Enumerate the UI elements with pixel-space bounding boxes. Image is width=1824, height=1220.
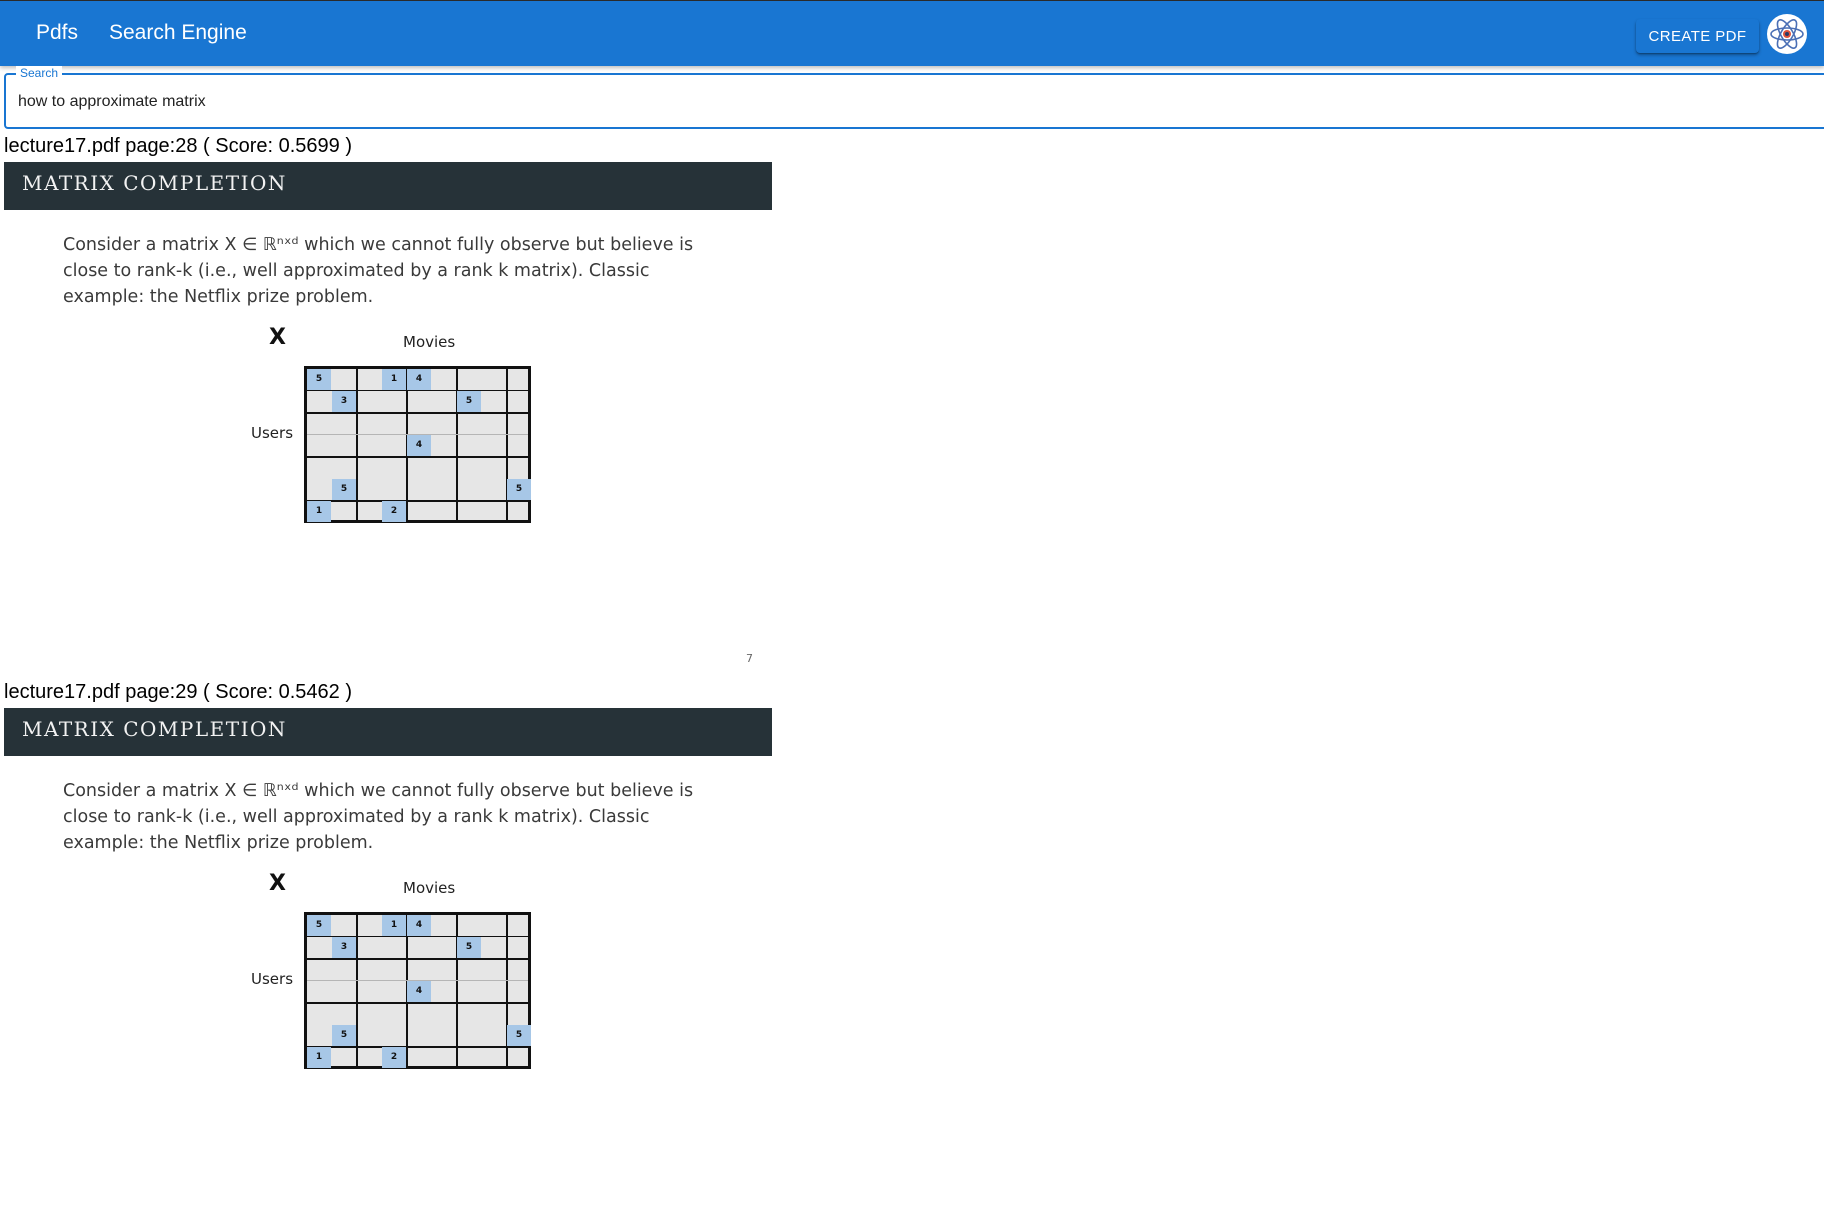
page-number: 7 [746,652,753,665]
matrix-rating-cell: 1 [382,369,406,390]
ratings-matrix: 5143545512 [304,366,531,523]
matrix-rating-cell: 2 [382,1047,406,1068]
slide-text-line: example: the Netflix prize problem. [63,833,374,853]
avatar[interactable] [1767,14,1807,54]
matrix-rating-cell: 5 [457,937,481,958]
slide-text-line: close to rank-k (i.e., well approximated… [63,261,650,281]
matrix-rating-cell: 5 [307,915,331,936]
matrix-column-label: Movies [403,879,456,897]
matrix-rating-cell: 5 [507,1025,531,1046]
matrix-column-label: Movies [403,333,456,351]
result-page-preview[interactable]: MATRIX COMPLETION Consider a matrix X ∈ … [4,162,772,674]
matrix-rating-cell: 4 [407,981,431,1002]
matrix-rating-cell: 5 [332,479,356,500]
matrix-grid-line [307,1002,528,1004]
matrix-rating-cell: 2 [382,501,406,522]
slide-header: MATRIX COMPLETION [4,708,772,756]
matrix-rating-cell: 5 [332,1025,356,1046]
matrix-label: X [269,325,286,350]
matrix-label: X [269,871,286,896]
matrix-rating-cell: 5 [507,479,531,500]
nav-pdfs-link[interactable]: Pdfs [36,21,78,45]
slide-text-line: Consider a matrix X ∈ ℝⁿˣᵈ which we cann… [63,235,694,255]
matrix-rating-cell: 3 [332,937,356,958]
matrix-grid-line [356,915,358,1066]
app-bar: Pdfs Search Engine CREATE PDF [0,0,1824,66]
matrix-grid-line [307,958,528,960]
result-page-preview[interactable]: MATRIX COMPLETION Consider a matrix X ∈ … [4,708,772,1220]
matrix-rating-cell: 5 [457,391,481,412]
slide-text-line: example: the Netflix prize problem. [63,287,374,307]
slide-body: Consider a matrix X ∈ ℝⁿˣᵈ which we cann… [63,778,743,856]
matrix-rating-cell: 1 [307,1047,331,1068]
matrix-row-label: Users [251,424,294,442]
result-title[interactable]: lecture17.pdf page:29 ( Score: 0.5462 ) [4,680,352,704]
matrix-grid-line [356,369,358,520]
matrix-rating-cell: 4 [407,915,431,936]
slide-text-line: Consider a matrix X ∈ ℝⁿˣᵈ which we cann… [63,781,694,801]
matrix-grid-line [307,456,528,458]
ratings-matrix: 5143545512 [304,912,531,1069]
search-field: Search [4,66,1824,129]
slide-heading: MATRIX COMPLETION [22,717,287,741]
create-pdf-button[interactable]: CREATE PDF [1636,19,1759,53]
result-title[interactable]: lecture17.pdf page:28 ( Score: 0.5699 ) [4,134,352,158]
matrix-rating-cell: 1 [307,501,331,522]
matrix-rating-cell: 4 [407,435,431,456]
atom-icon [1770,19,1804,49]
slide-text-line: close to rank-k (i.e., well approximated… [63,807,650,827]
slide-heading: MATRIX COMPLETION [22,171,287,195]
slide-body: Consider a matrix X ∈ ℝⁿˣᵈ which we cann… [63,232,743,310]
search-input[interactable] [18,89,1718,115]
matrix-rating-cell: 5 [307,369,331,390]
matrix-rating-cell: 1 [382,915,406,936]
matrix-rating-cell: 3 [332,391,356,412]
matrix-rating-cell: 4 [407,369,431,390]
matrix-row-label: Users [251,970,294,988]
slide-header: MATRIX COMPLETION [4,162,772,210]
matrix-grid-line [307,412,528,414]
nav-search-engine-link[interactable]: Search Engine [109,21,247,45]
search-label: Search [16,66,63,80]
matrix-grid-line [307,500,528,502]
matrix-grid-line [307,1046,528,1048]
